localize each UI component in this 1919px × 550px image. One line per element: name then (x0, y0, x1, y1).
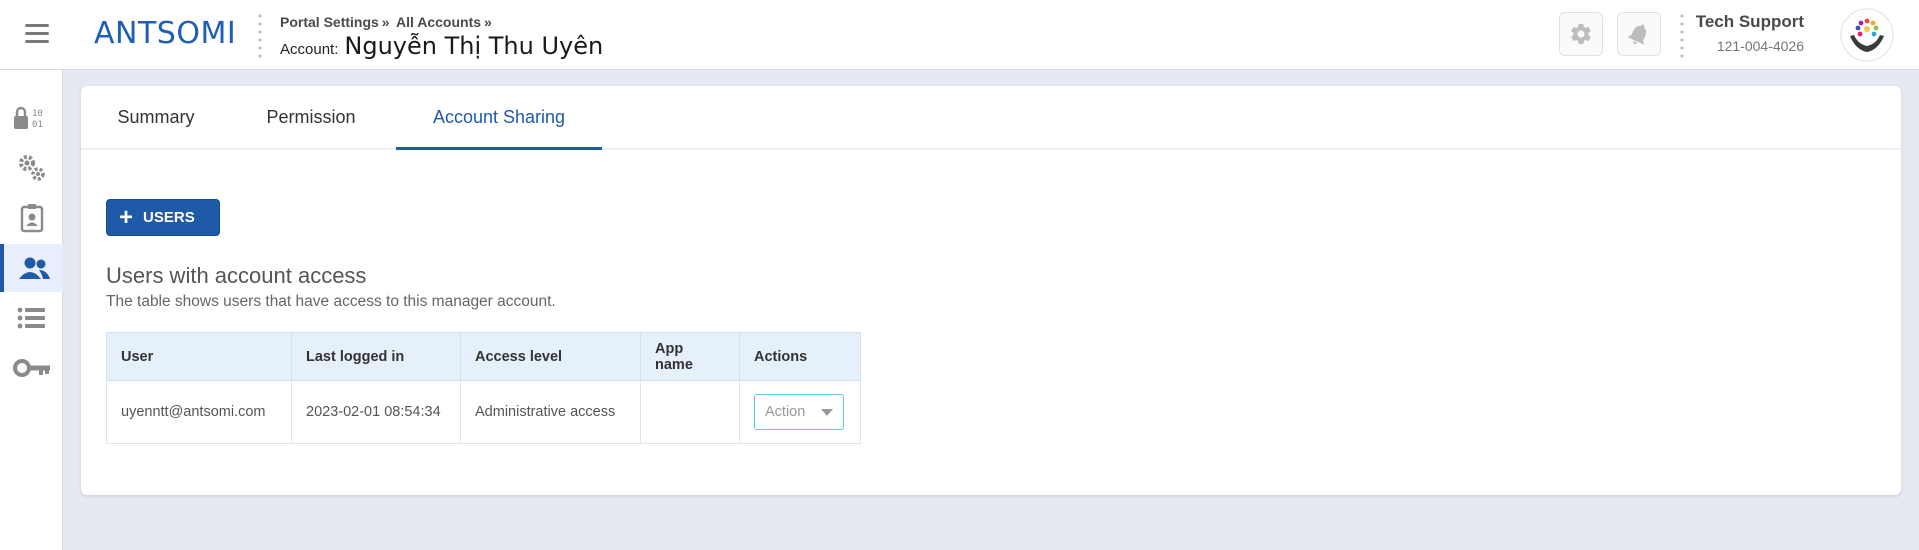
list-icon (17, 307, 45, 329)
sidebar-item-profile[interactable] (0, 194, 63, 242)
table-row: uyenntt@antsomi.com 2023-02-01 08:54:34 … (106, 380, 861, 444)
section-title: Users with account access (106, 263, 367, 288)
hamburger-menu-icon[interactable] (25, 24, 49, 44)
column-header-user[interactable]: User (106, 332, 292, 381)
cell-last-logged-in: 2023-02-01 08:54:34 (291, 380, 461, 444)
header-divider (258, 12, 262, 60)
tab-summary[interactable]: Summary (81, 86, 231, 150)
notifications-button[interactable] (1617, 12, 1661, 56)
section-description: The table shows users that have access t… (106, 293, 556, 310)
avatar[interactable] (1840, 8, 1894, 62)
badge-icon (20, 204, 43, 233)
action-dropdown[interactable]: Action (754, 394, 844, 430)
user-info[interactable]: Tech Support 121-004-4026 (1696, 12, 1804, 54)
sidebar-item-keys[interactable] (0, 344, 63, 392)
chevron-down-icon (821, 408, 833, 416)
tab-account-sharing[interactable]: Account Sharing (396, 86, 602, 150)
gears-icon (18, 155, 45, 181)
tab-permission[interactable]: Permission (231, 86, 391, 150)
settings-button[interactable] (1559, 12, 1603, 56)
account-name: Nguyễn Thị Thu Uyên (344, 32, 604, 60)
plus-icon: + (119, 203, 134, 231)
users-icon (18, 257, 50, 279)
key-icon (12, 359, 50, 377)
header-divider-right (1680, 12, 1684, 60)
svg-text:01: 01 (32, 120, 43, 130)
account-label: Account: (280, 41, 339, 58)
add-users-button[interactable]: + USERS (106, 199, 220, 236)
svg-text:10: 10 (32, 109, 43, 119)
user-phone: 121-004-4026 (1716, 38, 1804, 54)
content-card: Summary Permission Account Sharing + USE… (81, 86, 1901, 495)
column-header-app-name[interactable]: App name (640, 332, 740, 381)
cell-app-name (640, 380, 740, 444)
action-dropdown-label: Action (765, 404, 806, 420)
sidebar-item-users[interactable] (0, 244, 63, 292)
account-heading: Account: Nguyễn Thị Thu Uyên (280, 32, 603, 60)
lock-binary-icon: 10 01 (13, 106, 43, 130)
antsomi-logo[interactable]: ANTSOMI (94, 16, 236, 51)
top-header: ANTSOMI Portal Settings» All Accounts» A… (0, 0, 1919, 70)
column-header-actions: Actions (739, 332, 861, 381)
sidebar-item-security[interactable]: 10 01 (0, 94, 63, 142)
column-header-last-logged-in[interactable]: Last logged in (291, 332, 461, 381)
cell-access-level: Administrative access (460, 380, 641, 444)
breadcrumb-portal-settings[interactable]: Portal Settings (280, 14, 379, 30)
add-users-label: USERS (143, 209, 195, 226)
left-sidebar: 10 01 (0, 70, 63, 550)
column-header-access-level[interactable]: Access level (460, 332, 641, 381)
user-name: Tech Support (1695, 12, 1804, 31)
sidebar-item-list[interactable] (0, 294, 63, 342)
sidebar-item-settings[interactable] (0, 144, 63, 192)
breadcrumb: Portal Settings» All Accounts» (280, 14, 492, 30)
cell-user: uyenntt@antsomi.com (106, 380, 292, 444)
table-header-row: User Last logged in Access level App nam… (106, 332, 861, 381)
breadcrumb-all-accounts[interactable]: All Accounts (396, 14, 481, 30)
account-access-table: User Last logged in Access level App nam… (106, 332, 861, 444)
gear-icon (1571, 24, 1591, 45)
avatar-logo-icon (1840, 8, 1894, 62)
tab-bar: Summary Permission Account Sharing (81, 86, 1901, 150)
cell-actions: Action (739, 380, 861, 444)
bell-icon (1627, 24, 1647, 45)
